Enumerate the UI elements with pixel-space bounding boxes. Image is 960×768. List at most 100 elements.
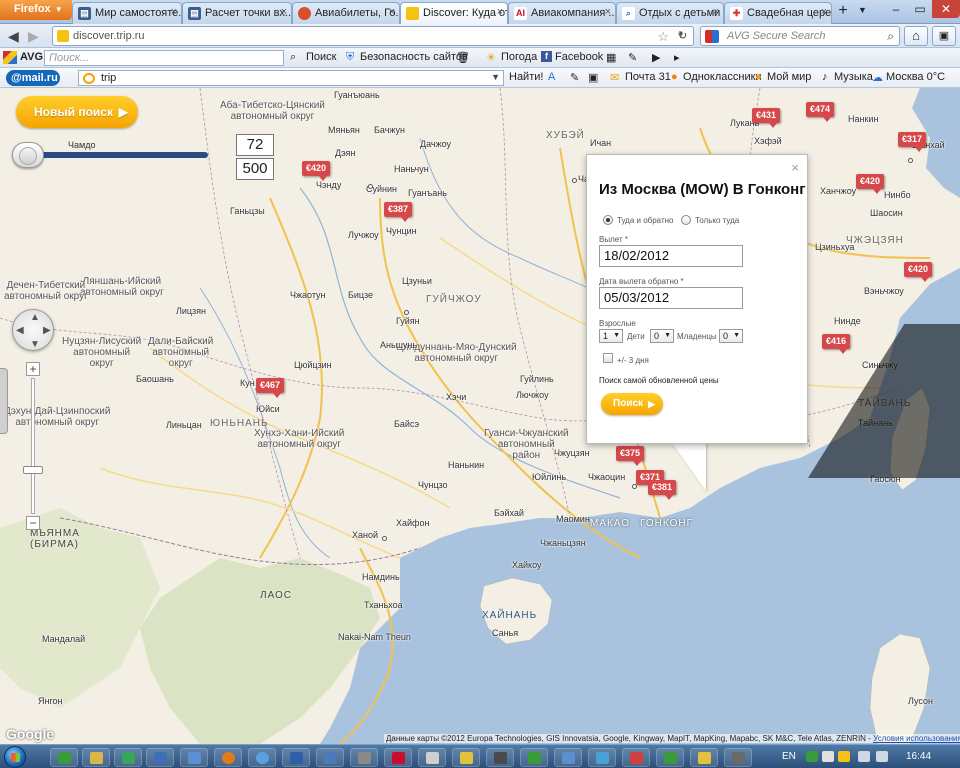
font-icon[interactable]: A bbox=[548, 71, 555, 83]
price-slider-handle[interactable] bbox=[12, 142, 44, 168]
browser-tab[interactable]: AI Авиакомпания ... × bbox=[508, 2, 616, 24]
browser-tab[interactable]: ✚ Свадебная цере... × bbox=[724, 2, 832, 24]
addon-icon[interactable]: ▣ bbox=[932, 26, 956, 46]
taskbar-app[interactable] bbox=[316, 748, 344, 767]
zoom-slider-handle[interactable] bbox=[23, 466, 43, 474]
price-tag-marker[interactable]: €420 bbox=[302, 161, 331, 181]
flex-dates-checkbox[interactable] bbox=[603, 353, 613, 363]
taskbar-app[interactable] bbox=[554, 748, 582, 767]
close-icon[interactable]: × bbox=[281, 6, 287, 18]
page-icon[interactable]: ▣ bbox=[588, 71, 598, 84]
mailru-search-input[interactable]: trip ▼ bbox=[78, 70, 504, 86]
infants-select[interactable]: 0 ▼ bbox=[719, 329, 743, 343]
price-tag-marker[interactable]: €387 bbox=[384, 202, 413, 222]
my-world-button[interactable]: Мой мир bbox=[767, 71, 811, 83]
adults-select[interactable]: 1 ▼ bbox=[599, 329, 623, 343]
close-icon[interactable]: × bbox=[821, 6, 827, 18]
price-tag-marker[interactable]: €467 bbox=[256, 378, 285, 398]
map-canvas[interactable]: Аба-Тибетско-Цянский автономный округ Лян… bbox=[0, 88, 960, 744]
taskbar-app[interactable] bbox=[452, 748, 480, 767]
trash-icon[interactable]: 🗑 bbox=[456, 51, 470, 64]
music-button[interactable]: Музыка bbox=[834, 71, 873, 83]
facebook-button[interactable]: Facebook bbox=[555, 51, 603, 63]
find-button[interactable]: Найти! bbox=[509, 71, 543, 83]
firefox-menu-button[interactable]: Firefox ▼ bbox=[0, 0, 72, 20]
new-tab-button[interactable]: + bbox=[834, 3, 852, 21]
new-search-button[interactable]: Новый поиск ▶ bbox=[16, 96, 138, 128]
side-panel-handle[interactable] bbox=[0, 368, 8, 434]
taskbar-app[interactable] bbox=[418, 748, 446, 767]
avg-logo[interactable]: AVG bbox=[20, 51, 43, 63]
start-button[interactable] bbox=[4, 746, 26, 768]
close-icon[interactable]: × bbox=[497, 6, 503, 18]
taskbar-app[interactable] bbox=[724, 748, 752, 767]
close-icon[interactable]: × bbox=[171, 6, 177, 18]
taskbar-app[interactable] bbox=[180, 748, 208, 767]
price-slider-track[interactable] bbox=[18, 152, 208, 158]
tray-icon[interactable] bbox=[822, 751, 834, 762]
round-trip-radio[interactable] bbox=[603, 215, 613, 225]
close-icon[interactable]: × bbox=[605, 6, 611, 18]
close-icon[interactable]: × bbox=[791, 160, 799, 175]
highlight-icon[interactable]: ✎ bbox=[570, 71, 579, 84]
price-tag-marker[interactable]: €416 bbox=[822, 334, 851, 354]
taskbar-app[interactable] bbox=[214, 748, 242, 767]
taskbar-app[interactable] bbox=[588, 748, 616, 767]
weather-button[interactable]: Погода bbox=[501, 51, 537, 63]
forward-icon[interactable]: ▶ bbox=[28, 28, 39, 45]
site-security-button[interactable]: Безопасность сайтов bbox=[360, 51, 468, 63]
browser-tab[interactable]: ▤ Мир самостояте... × bbox=[72, 2, 182, 24]
volume-icon[interactable] bbox=[876, 751, 888, 762]
odnoklassniki-button[interactable]: Одноклассники bbox=[683, 71, 762, 83]
home-icon[interactable]: ⌂ bbox=[904, 26, 928, 46]
bookmark-star-icon[interactable]: ☆ bbox=[657, 29, 669, 45]
close-icon[interactable]: × bbox=[389, 6, 395, 18]
taskbar-app[interactable] bbox=[656, 748, 684, 767]
tray-icon[interactable] bbox=[806, 751, 818, 762]
notes-icon[interactable]: ✎ bbox=[628, 51, 637, 64]
price-tag-marker[interactable]: €431 bbox=[752, 108, 781, 128]
one-way-radio[interactable] bbox=[681, 215, 691, 225]
zoom-slider-track[interactable] bbox=[31, 378, 35, 514]
pan-up-icon[interactable]: ▲ bbox=[30, 312, 40, 323]
taskbar-app[interactable] bbox=[622, 748, 650, 767]
pan-down-icon[interactable]: ▼ bbox=[30, 339, 40, 350]
price-tag-marker[interactable]: €420 bbox=[856, 174, 885, 194]
taskbar-app[interactable] bbox=[282, 748, 310, 767]
browser-tab[interactable]: ▤ Расчет точки вх... × bbox=[182, 2, 292, 24]
price-tag-marker[interactable]: €474 bbox=[806, 102, 835, 122]
taskbar-app[interactable] bbox=[114, 748, 142, 767]
close-window-icon[interactable]: ✕ bbox=[932, 0, 960, 18]
price-tag-marker[interactable]: €375 bbox=[616, 446, 645, 466]
tab-list-button[interactable]: ▼ bbox=[858, 5, 867, 15]
reload-icon[interactable]: ↻ bbox=[678, 29, 687, 42]
taskbar-app[interactable] bbox=[384, 748, 412, 767]
close-icon[interactable]: × bbox=[713, 6, 719, 18]
map-pan-control[interactable]: ▲ ▼ ◀ ▶ bbox=[12, 309, 54, 351]
taskbar-app[interactable] bbox=[486, 748, 514, 767]
video-icon[interactable]: ▶ bbox=[652, 51, 660, 64]
taskbar-app[interactable] bbox=[146, 748, 174, 767]
url-bar[interactable]: discover.trip.ru ☆ ▼ bbox=[52, 26, 694, 46]
taskbar-app[interactable] bbox=[82, 748, 110, 767]
price-tag-marker[interactable]: €317 bbox=[898, 132, 927, 152]
zoom-out-button[interactable]: − bbox=[26, 516, 40, 530]
price-min-value[interactable]: 72 bbox=[236, 134, 274, 156]
calculator-icon[interactable]: ▦ bbox=[606, 51, 616, 64]
search-icon[interactable]: ⌕ bbox=[887, 29, 894, 44]
language-indicator[interactable]: EN bbox=[782, 751, 796, 762]
taskbar-app[interactable] bbox=[50, 748, 78, 767]
more-icon[interactable]: ▸ bbox=[674, 51, 680, 64]
pan-left-icon[interactable]: ◀ bbox=[16, 325, 24, 336]
avg-secure-search[interactable]: AVG Secure Search ⌕ bbox=[700, 26, 900, 46]
taskbar-app[interactable] bbox=[520, 748, 548, 767]
browser-tab[interactable]: ⌕ Отдых с детьми |... × bbox=[616, 2, 724, 24]
browser-tab-active[interactable]: Discover: Куда от... × bbox=[400, 2, 508, 24]
return-date-input[interactable]: 05/03/2012 bbox=[599, 287, 743, 309]
avg-search-input[interactable]: Поиск... bbox=[44, 50, 284, 66]
tray-icon[interactable] bbox=[838, 751, 850, 762]
terms-link[interactable]: Условия использования bbox=[873, 734, 960, 743]
search-icon[interactable]: ⌕ bbox=[290, 51, 296, 64]
children-select[interactable]: 0 ▼ bbox=[650, 329, 674, 343]
mail-button[interactable]: Почта 31 bbox=[625, 71, 671, 83]
